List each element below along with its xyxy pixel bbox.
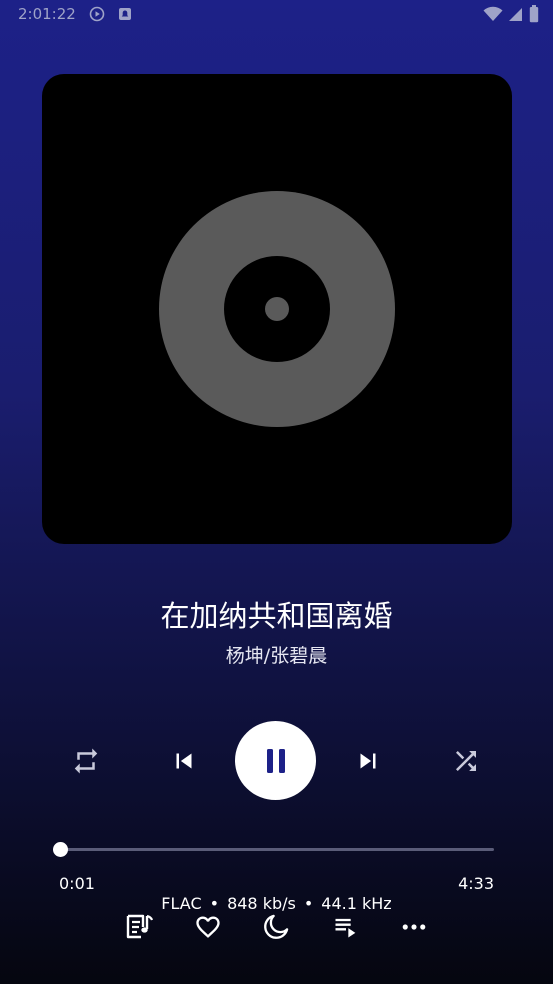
current-time: 0:01 <box>59 874 95 893</box>
separator: • <box>209 894 220 913</box>
repeat-icon <box>74 748 98 774</box>
audio-sample-rate: 44.1 kHz <box>321 894 392 913</box>
song-artist[interactable]: 杨坤/张碧晨 <box>0 641 553 668</box>
vinyl-disc-icon <box>159 191 395 427</box>
favorite-button[interactable] <box>193 912 223 942</box>
shuffle-icon <box>456 751 476 771</box>
album-art <box>42 74 512 544</box>
play-pause-button[interactable] <box>235 721 316 800</box>
play-circle-icon <box>89 6 105 22</box>
total-time: 4:33 <box>458 874 494 893</box>
next-button[interactable] <box>352 745 384 777</box>
shuffle-button[interactable] <box>450 745 482 777</box>
song-title: 在加纳共和国离婚 <box>160 599 393 633</box>
sleep-timer-button[interactable] <box>261 912 291 942</box>
skip-next-icon <box>360 753 376 769</box>
seek-bar-thumb[interactable] <box>53 842 69 857</box>
wifi-icon <box>483 6 503 26</box>
seek-bar[interactable] <box>59 848 494 851</box>
status-time: 2:01:22 <box>18 5 76 23</box>
status-bar: 2:01:22 <box>0 0 553 30</box>
more-icon <box>402 924 426 930</box>
audio-info: FLAC • 848 kb/s • 44.1 kHz <box>0 894 553 913</box>
skip-previous-icon <box>176 753 192 769</box>
notification-icon <box>117 6 133 22</box>
pause-icon <box>266 748 285 773</box>
audio-bitrate: 848 kb/s <box>227 894 296 913</box>
lyrics-icon <box>126 914 154 939</box>
repeat-button[interactable] <box>70 745 102 777</box>
previous-button[interactable] <box>168 745 200 777</box>
queue-icon <box>335 918 356 938</box>
signal-icon <box>509 6 523 26</box>
audio-format: FLAC <box>161 894 202 913</box>
more-button[interactable] <box>399 912 429 942</box>
sleep-timer-icon <box>264 914 289 939</box>
queue-button[interactable] <box>331 912 361 942</box>
battery-icon <box>529 5 539 27</box>
lyrics-button[interactable] <box>125 912 155 942</box>
bottom-action-bar <box>0 912 553 942</box>
heart-icon <box>196 916 220 938</box>
separator: • <box>303 894 314 913</box>
